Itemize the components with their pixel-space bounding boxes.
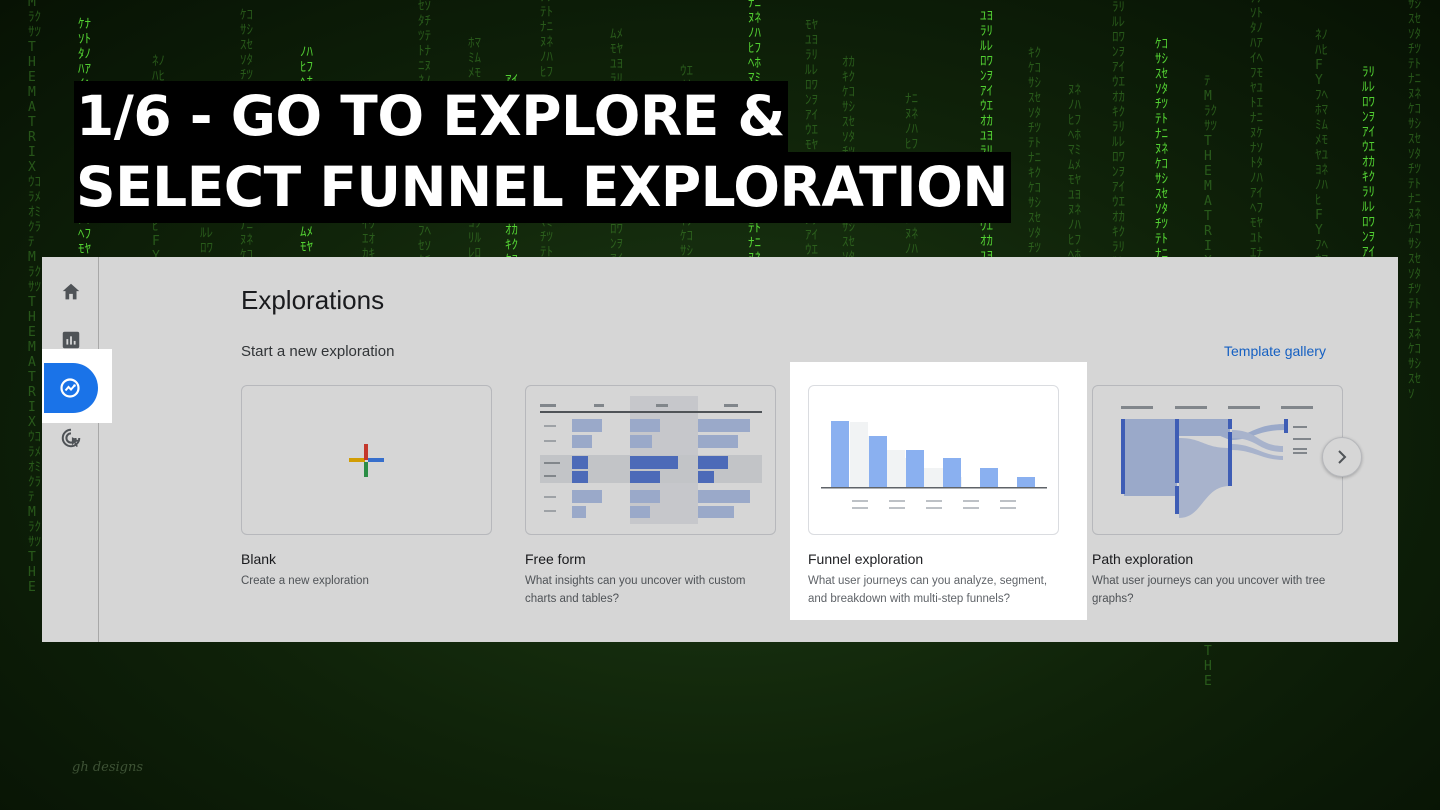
free-form-thumbnail [525,385,776,535]
carousel-next-button[interactable] [1322,437,1362,477]
nav-rail [42,257,99,642]
explore-icon [60,378,80,398]
sankey-thumbnail [1121,406,1313,518]
reports-icon[interactable] [60,329,82,351]
funnel-chart-thumbnail [821,421,1047,509]
headline: 1/6 - GO TO EXPLORE & SELECT FUNNEL EXPL… [74,81,1011,223]
headline-line-1: 1/6 - GO TO EXPLORE & [74,81,788,152]
matrix-rain-column: ﾃMﾗｸｻﾂTHEMATRIXｳｺﾗﾒｵﾐｸﾗﾃMﾗｸｻﾂTHEMATRIXｳｺ… [28,0,41,595]
headline-line-2: SELECT FUNNEL EXPLORATION [74,152,1011,223]
ga-explore-screenshot: Explorations Start a new exploration Tem… [42,257,1398,642]
blank-thumbnail [241,385,492,535]
advertising-icon[interactable] [60,427,82,449]
explore-nav-button[interactable] [44,363,98,413]
plus-icon [349,444,384,477]
card-description: Create a new exploration [241,575,369,587]
card-description: What user journeys can you uncover with … [1092,575,1326,605]
card-title: Blank [241,551,277,567]
card-title: Funnel exploration [808,551,924,567]
explore-nav-spotlight [42,349,112,423]
template-gallery-link[interactable]: Template gallery [1224,343,1326,359]
watermark: gh designs [72,760,144,775]
home-icon[interactable] [60,281,82,303]
path-thumbnail [1092,385,1343,535]
card-description: What user journeys can you analyze, segm… [808,575,1048,605]
chevron-right-icon [1338,450,1347,464]
section-subtitle: Start a new exploration [241,343,395,360]
funnel-thumbnail [808,385,1059,535]
card-title: Path exploration [1092,551,1194,567]
page-title: Explorations [241,285,385,315]
exploration-card-funnel[interactable]: Funnel exploration What user journeys ca… [790,362,1087,620]
matrix-rain-column: ｹｺｻｼｽｾｿﾀﾁﾂﾃﾄﾅﾆﾇﾈｹｺｻｼｽｾｿﾀﾁﾂﾃﾄﾅﾆﾇﾈｹｺｻｼｽｾｿﾀ… [1408,0,1421,402]
table-thumbnail [540,396,762,524]
card-description: What insights can you uncover with custo… [525,575,746,605]
card-title: Free form [525,551,586,567]
